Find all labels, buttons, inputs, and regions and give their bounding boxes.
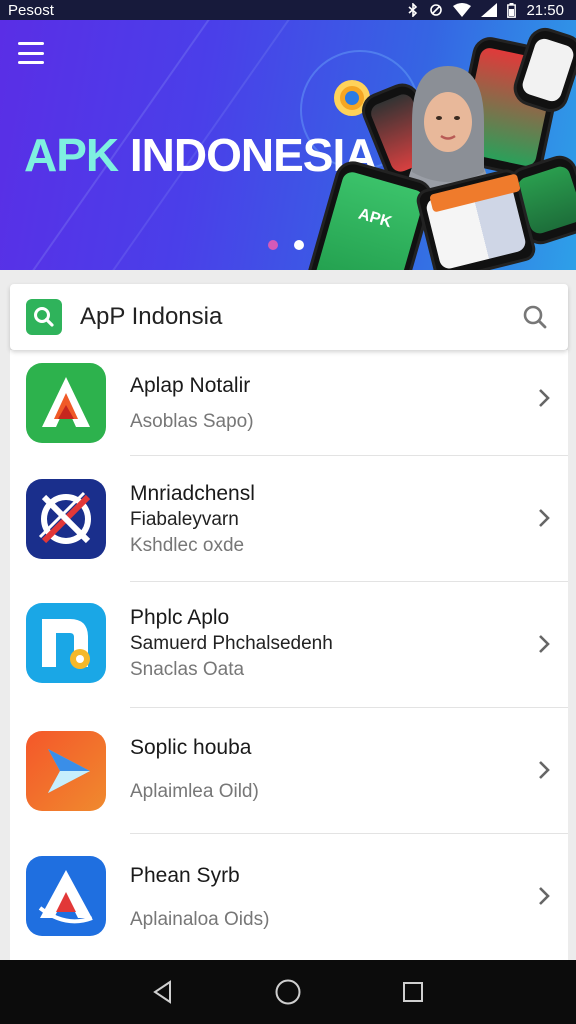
app-meta: Asoblas Sapo) xyxy=(130,411,254,432)
clock: 21:50 xyxy=(526,1,564,19)
green-triangle-app-icon xyxy=(26,363,106,443)
chevron-right-icon xyxy=(539,389,550,407)
app-list-item[interactable]: Phean Syrb Aplainaloa Oids) xyxy=(10,834,568,960)
home-circle-icon[interactable] xyxy=(268,972,308,1012)
carousel-dot-active[interactable] xyxy=(268,240,278,250)
status-bar: Pesost 21:50 xyxy=(0,0,576,20)
blue-a-app-icon xyxy=(26,856,106,936)
app-name: Mnriadchensl xyxy=(130,482,255,505)
chevron-right-icon xyxy=(539,509,550,527)
app-name: Soplic houba xyxy=(130,736,252,759)
app-search-bar[interactable]: ApP Indonsia xyxy=(10,284,568,350)
app-name: Aplap Notalir xyxy=(130,374,251,397)
app-meta: Aplainaloa Oids) xyxy=(130,909,270,930)
system-nav-bar xyxy=(0,960,576,1024)
app-list-item[interactable]: Phplc Aplo Samuerd Phchalsedenh Snaclas … xyxy=(10,582,568,708)
chevron-right-icon xyxy=(539,887,550,905)
carousel-dot[interactable] xyxy=(294,240,304,250)
app-meta: Snaclas Oata xyxy=(130,659,245,680)
app-subtitle: Samuerd Phchalsedenh xyxy=(130,633,333,654)
hero-banner[interactable]: APK INDONESIA APK xyxy=(0,20,576,270)
app-list-item[interactable]: Mnriadchensl Fiabaleyvarn Kshdlec oxde xyxy=(10,456,568,582)
banner-title: APK INDONESIA xyxy=(24,128,377,182)
app-list: Aplap Notalir Asoblas Sapo) Mnriadchensl… xyxy=(10,350,568,960)
sync-icon xyxy=(430,4,443,16)
battery-icon xyxy=(507,2,517,18)
app-name: Phplc Aplo xyxy=(130,606,230,629)
blue-n-app-icon xyxy=(26,603,106,683)
app-search-logo-icon xyxy=(26,299,62,335)
orange-play-app-icon xyxy=(26,731,106,811)
bluetooth-icon xyxy=(408,3,418,17)
status-icons: 21:50 xyxy=(407,2,564,19)
recents-square-icon[interactable] xyxy=(393,972,433,1012)
search-icon[interactable] xyxy=(518,300,552,334)
wifi-icon xyxy=(453,3,472,17)
search-bar-title: ApP Indonsia xyxy=(80,303,223,330)
signal-icon xyxy=(481,3,498,17)
app-meta: Kshdlec oxde xyxy=(130,535,245,556)
carrier-label: Pesost xyxy=(8,1,54,19)
chevron-right-icon xyxy=(539,635,550,653)
hamburger-menu-icon[interactable] xyxy=(18,42,44,64)
chevron-right-icon xyxy=(539,761,550,779)
app-subtitle: Fiabaleyvarn xyxy=(130,509,239,530)
navy-crossed-circle-app-icon xyxy=(26,479,106,559)
app-list-item[interactable]: Soplic houba Aplaimlea Oild) xyxy=(10,708,568,834)
phone-screen-text: APK xyxy=(356,205,394,232)
app-name: Phean Syrb xyxy=(130,864,240,887)
back-triangle-icon[interactable] xyxy=(143,972,183,1012)
banner-title-apk: APK xyxy=(24,129,119,181)
app-meta: Aplaimlea Oild) xyxy=(130,781,259,802)
